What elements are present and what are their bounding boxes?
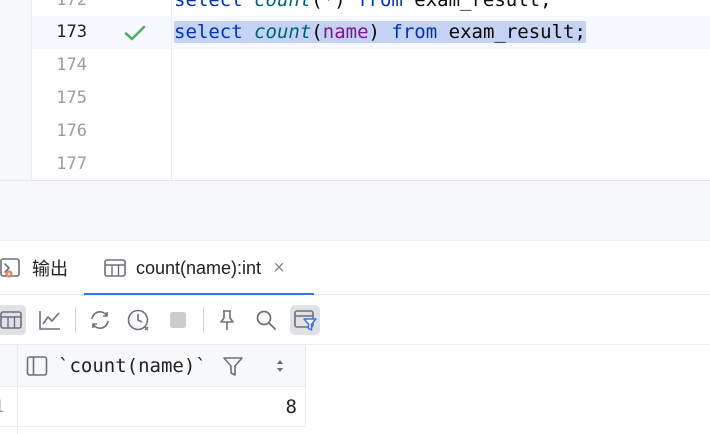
code-token: (*) <box>311 0 346 11</box>
table-view-icon <box>0 311 22 329</box>
column-type-icon <box>26 356 48 376</box>
stop-icon <box>170 312 186 328</box>
chart-view-icon <box>39 311 60 330</box>
search-button[interactable] <box>251 305 281 335</box>
line-number: 175 <box>56 88 87 108</box>
search-icon <box>256 310 276 330</box>
results-tab-bar: 输出 count(name):int × <box>0 241 710 296</box>
chart-view-button[interactable] <box>35 305 65 335</box>
refresh-icon <box>91 311 109 329</box>
check-icon <box>124 25 146 41</box>
toolbar-separator <box>203 307 204 333</box>
table-grid-icon <box>104 259 126 277</box>
code-area[interactable]: select count(*) from exam_result; select… <box>172 0 710 181</box>
column-header-count-name[interactable]: `count(name)` <box>58 345 207 387</box>
stop-button[interactable] <box>163 305 193 335</box>
line-number: 177 <box>56 154 87 174</box>
toolbar-separator <box>75 307 76 333</box>
line-number: 173 <box>56 22 87 42</box>
gutter-line-174: 174 <box>32 49 171 82</box>
keyword: from <box>357 0 403 11</box>
panel-splitter[interactable] <box>0 181 710 241</box>
grid-header-row: `count(name)` <box>0 345 306 387</box>
gutter-line-175: 175 <box>32 82 171 115</box>
row-number: 1 <box>0 387 4 427</box>
tab-label: 输出 <box>32 259 68 279</box>
code-line-text: select count(*) from exam_result; <box>174 0 552 17</box>
result-toolbar <box>0 295 710 345</box>
filter-icon[interactable] <box>222 355 244 377</box>
gutter-line-177: 177 <box>32 148 171 181</box>
keyword: select <box>174 21 243 43</box>
table-row[interactable]: 1 8 <box>0 387 306 427</box>
cell-value[interactable]: 8 <box>286 387 297 427</box>
console-output-icon <box>0 258 20 278</box>
line-number: 176 <box>56 121 87 141</box>
filter-view-button[interactable] <box>290 305 320 335</box>
tab-result-count-name[interactable]: count(name):int × <box>84 241 314 296</box>
line-number: 174 <box>56 55 87 75</box>
tab-label: count(name):int <box>136 257 262 278</box>
table-view-button[interactable] <box>0 305 26 335</box>
code-line-172[interactable]: select count(*) from exam_result; <box>172 0 710 17</box>
code-line-text: select count(name) from exam_result; <box>174 16 586 49</box>
close-icon[interactable]: × <box>273 257 285 280</box>
selection-highlight: select count(name) from exam_result; <box>174 21 586 43</box>
pin-tab-button[interactable] <box>212 305 242 335</box>
code-token: ; <box>574 21 586 43</box>
history-clock-icon <box>127 309 149 331</box>
gutter-line-172: 172 <box>32 0 171 17</box>
code-editor[interactable]: 172 173 174 175 176 177 select count(*) … <box>0 0 710 181</box>
column-identifier: name <box>322 21 369 43</box>
table-name: exam_result; <box>414 0 552 11</box>
function-name: count <box>254 21 312 43</box>
line-number-gutter: 172 173 174 175 176 177 <box>32 0 172 181</box>
filter-view-icon <box>294 310 317 331</box>
keyword: from <box>391 21 438 43</box>
gutter-line-176: 176 <box>32 115 171 148</box>
result-grid: `count(name)` 1 8 <box>0 345 710 434</box>
code-token: ) <box>368 21 380 43</box>
line-number: 172 <box>56 0 87 10</box>
refresh-button[interactable] <box>85 305 115 335</box>
pin-icon <box>220 310 234 330</box>
code-line-173[interactable]: select count(name) from exam_result; <box>172 16 710 49</box>
history-button[interactable] <box>124 305 154 335</box>
sort-icon[interactable] <box>274 356 286 376</box>
keyword: select <box>174 0 243 11</box>
function-name: count <box>254 0 312 11</box>
tab-output[interactable]: 输出 <box>0 241 78 295</box>
table-name: exam_result <box>448 21 575 43</box>
code-token: ( <box>311 21 323 43</box>
editor-side-strip <box>0 0 32 181</box>
gutter-line-173: 173 <box>32 16 171 49</box>
